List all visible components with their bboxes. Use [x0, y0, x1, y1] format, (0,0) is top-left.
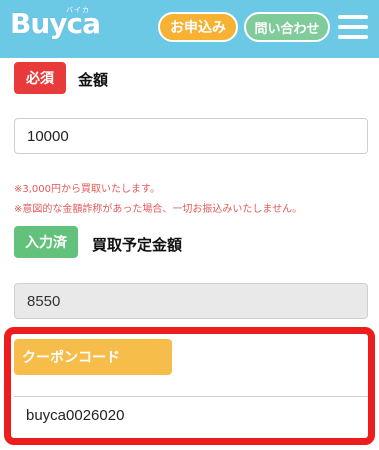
coupon-code-input[interactable]: buyca0026020: [14, 396, 368, 434]
required-badge: 必須: [14, 62, 66, 94]
hamburger-menu-icon[interactable]: [338, 14, 368, 40]
coupon-code-badge: クーポンコード: [14, 339, 172, 375]
site-logo[interactable]: Buyca バイカ: [10, 6, 101, 40]
note-warning: ※意図的な金額詐称があった場合、一切お振込みいたしません。: [14, 204, 303, 215]
amount-input[interactable]: 10000: [14, 118, 368, 154]
contact-button[interactable]: 問い合わせ: [244, 12, 330, 42]
site-header: Buyca バイカ お申込み 問い合わせ: [0, 0, 379, 58]
filled-badge: 入力済: [14, 226, 78, 258]
purchase-amount-label: 買取予定金額: [92, 236, 183, 254]
purchase-amount-field: 8550: [14, 283, 368, 319]
note-minimum: ※3,000円から買取いたします。: [14, 184, 161, 195]
apply-button[interactable]: お申込み: [158, 12, 238, 42]
logo-subtext: バイカ: [66, 6, 90, 14]
amount-label: 金額: [78, 71, 109, 89]
